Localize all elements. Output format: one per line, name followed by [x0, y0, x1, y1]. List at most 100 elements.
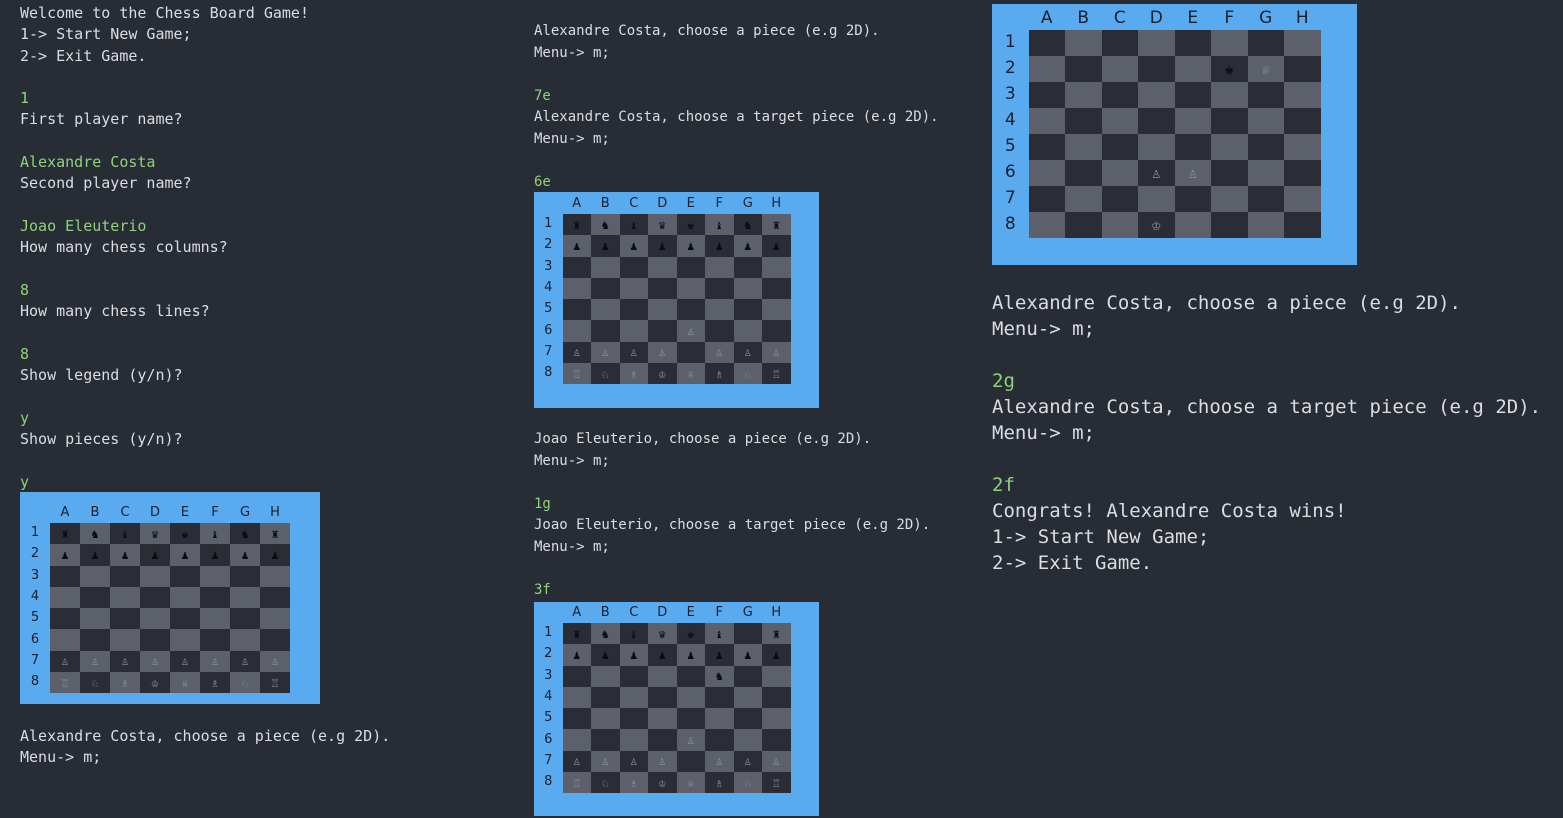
user-input-line: y — [20, 408, 30, 427]
board-square-2b: ♟ — [591, 235, 620, 257]
board-square-1f: ♝ — [705, 214, 734, 236]
board-square-5d — [648, 708, 677, 730]
board-square-2b: ♟ — [591, 644, 620, 666]
board-square-7c: ♙ — [619, 750, 648, 773]
user-input-line: 7e — [534, 87, 551, 104]
board-square-3f — [705, 256, 734, 278]
row-label: 8 — [544, 365, 553, 381]
chess-piece: ♕ — [687, 775, 695, 790]
chess-piece: ♞ — [91, 526, 99, 541]
output-line: Menu-> m; — [20, 748, 102, 767]
board-square-4c — [619, 277, 648, 300]
board-square-8f — [1211, 212, 1248, 238]
board-square-4a — [1028, 108, 1065, 134]
board-grid: ♜ ♞ ♝ ♛ ♚ ♝ ♞ ♜ ♟ ♟ ♟ ♟ ♟ ♟ ♟ ♟ ♙ ♙ ♙ ♙ ♙ ♙ ♙ ♙ ♖ ♘ ♗ ♔ ♕ ♗ ♘ ♖ — [50, 523, 290, 694]
row-label: 8 — [30, 674, 40, 690]
board-square-3d — [648, 256, 677, 278]
chess-piece: ♕ — [1261, 59, 1271, 78]
chess-piece: ♜ — [573, 626, 581, 641]
board-square-6b — [591, 320, 620, 342]
row-label: 6 — [1004, 161, 1016, 182]
terminal-output: Alexandre Costa, choose a piece (e.g 2D)… — [992, 290, 1541, 576]
board-square-2g: ♟ — [230, 544, 260, 566]
board-square-8h: ♖ — [762, 772, 791, 794]
board-grid: ♜ ♞ ♝ ♛ ♚ ♝ ♞ ♜ ♟ ♟ ♟ ♟ ♟ ♟ ♟ ♟ ♙ ♙ ♙ ♙ ♙ ♙ ♙ ♙ ♖ ♘ ♗ ♔ ♕ ♗ ♘ ♖ — [562, 214, 791, 385]
row-label: 7 — [30, 652, 40, 668]
board-square-3g — [733, 256, 762, 278]
terminal-column-2-middle: Joao Eleuterio, choose a piece (e.g 2D).… — [534, 429, 930, 602]
row-label: 5 — [30, 610, 40, 626]
board-square-7h: ♙ — [260, 650, 290, 673]
chess-piece: ♙ — [1151, 163, 1161, 182]
column-label: F — [1224, 8, 1235, 28]
board-square-2f: ♚ — [1211, 56, 1248, 82]
chess-piece: ♝ — [715, 626, 723, 641]
board-square-8c: ♗ — [619, 363, 648, 385]
column-label: D — [657, 196, 668, 211]
output-line: Alexandre Costa, choose a piece (e.g 2D)… — [992, 292, 1461, 314]
column-label: F — [211, 505, 219, 520]
column-label: C — [629, 605, 639, 620]
terminal-column-1: Welcome to the Chess Board Game! 1-> Star… — [20, 3, 309, 493]
board-square-7g: ♙ — [733, 341, 762, 364]
column-label: C — [629, 196, 639, 211]
chess-piece: ♝ — [630, 217, 638, 232]
board-square-5e — [1174, 134, 1211, 160]
board-square-7d: ♙ — [140, 650, 170, 673]
board-square-6h — [762, 320, 791, 342]
board-square-2h: ♟ — [762, 644, 791, 666]
board-square-4f — [705, 277, 734, 300]
output-line: Joao Eleuterio, choose a piece (e.g 2D). — [534, 431, 872, 447]
user-input-line: 1g — [534, 495, 551, 512]
chess-piece: ♙ — [181, 654, 189, 669]
user-input-line: Alexandre Costa — [20, 153, 156, 172]
board-square-5a — [562, 708, 591, 730]
board-square-8h: ♖ — [762, 363, 791, 385]
chess-piece: ♟ — [687, 238, 695, 253]
output-line: Menu-> m; — [992, 318, 1095, 340]
chess-piece: ♔ — [1151, 215, 1161, 234]
board-square-8c — [1101, 212, 1138, 238]
board-square-3f: ♞ — [705, 665, 734, 687]
terminal-output: Joao Eleuterio, choose a piece (e.g 2D).… — [534, 429, 930, 602]
chess-piece: ♗ — [630, 366, 638, 381]
board-square-5g — [733, 299, 762, 321]
board-square-3c — [619, 665, 648, 687]
terminal-column-1-bottom: Alexandre Costa, choose a piece (e.g 2D)… — [20, 726, 390, 769]
row-label: 6 — [30, 631, 40, 647]
board-square-6a — [50, 629, 80, 651]
chess-piece: ♞ — [744, 217, 752, 232]
board-square-1f — [1211, 30, 1248, 56]
row-label: 4 — [544, 689, 553, 705]
chess-piece: ♘ — [91, 675, 99, 690]
row-label: 4 — [544, 280, 553, 296]
chess-piece: ♟ — [687, 647, 695, 662]
board-square-6f — [705, 729, 734, 751]
chess-piece: ♔ — [658, 366, 666, 381]
column-label: D — [657, 605, 668, 620]
column-label: H — [771, 605, 782, 620]
board-square-7a: ♙ — [562, 750, 591, 773]
board-square-3b — [1065, 82, 1102, 108]
row-label: 2 — [544, 237, 553, 253]
chess-piece: ♟ — [715, 647, 723, 662]
chess-piece: ♔ — [151, 675, 159, 690]
board-square-2c — [1101, 56, 1138, 82]
chess-piece: ♟ — [601, 647, 609, 662]
board-square-8d: ♔ — [140, 672, 170, 694]
board-square-1d: ♛ — [140, 523, 170, 545]
output-line: Menu-> m; — [534, 452, 610, 469]
board-square-2e — [1174, 56, 1211, 82]
board-square-6d — [648, 320, 677, 342]
board-square-5f — [705, 708, 734, 730]
board-square-3d — [140, 565, 170, 587]
board-square-5f — [200, 608, 230, 630]
chess-piece: ♙ — [630, 754, 638, 769]
board-square-8a: ♖ — [50, 672, 80, 694]
chess-piece: ♙ — [715, 345, 723, 360]
column-label: E — [180, 505, 190, 520]
user-input-line: 6e — [534, 174, 551, 191]
